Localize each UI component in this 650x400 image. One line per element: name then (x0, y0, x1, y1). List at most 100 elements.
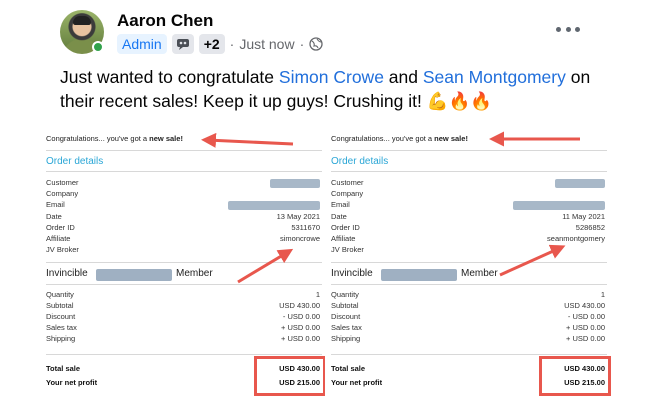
line-item-row: Quantity 1 (331, 290, 605, 301)
order-field-row: Date 11 May 2021 (331, 212, 605, 223)
line-item-row: Discount - USD 0.00 (331, 312, 605, 323)
line-item-value: - USD 0.00 (282, 312, 320, 321)
line-item-row: Subtotal USD 430.00 (331, 301, 605, 312)
more-dot (575, 26, 580, 32)
product-suffix: Member (461, 268, 498, 279)
product-prefix: Invincible (46, 268, 88, 279)
order-details-heading: Order details (331, 156, 389, 167)
order-field-row: Affiliate seanmontgomery (331, 234, 605, 245)
receipt-headline-text: Congratulations... you've got a (46, 134, 150, 143)
post-meta: Admin +2 · Just now · (117, 33, 323, 55)
line-item-value: - USD 0.00 (567, 312, 605, 321)
line-item-row: Sales tax + USD 0.00 (46, 323, 320, 334)
order-field-label: Company (331, 189, 364, 198)
order-field-row: Company (331, 189, 605, 200)
line-item-row: Discount - USD 0.00 (46, 312, 320, 323)
post-time[interactable]: Just now (239, 36, 294, 52)
totals-highlight-box (539, 356, 611, 396)
order-field-label: Order ID (46, 223, 75, 232)
line-item-value: + USD 0.00 (281, 323, 320, 332)
line-item-row: Quantity 1 (46, 290, 320, 301)
redacted-value (228, 201, 320, 210)
order-field-row: Customer (331, 178, 605, 189)
post-text-before: Just wanted to congratulate (60, 67, 279, 87)
order-field-value: seanmontgomery (547, 234, 605, 243)
redacted-product (96, 269, 172, 281)
redacted-value (555, 179, 605, 188)
order-field-value: 13 May 2021 (276, 212, 320, 221)
order-field-value: 5311670 (291, 223, 320, 232)
community-badge-icon[interactable] (171, 34, 194, 54)
mention-sean-montgomery[interactable]: Sean Montgomery (423, 67, 566, 87)
divider (46, 262, 322, 263)
divider (331, 354, 607, 355)
product-suffix: Member (176, 268, 213, 279)
order-field-label: Affiliate (331, 234, 356, 243)
divider (331, 150, 607, 151)
receipt-headline-text: Congratulations... you've got a (331, 134, 435, 143)
avatar-hair (73, 16, 91, 25)
mention-simon-crowe[interactable]: Simon Crowe (279, 67, 384, 87)
post-author[interactable]: Aaron Chen (117, 11, 213, 31)
order-field-row: Order ID 5311670 (46, 223, 320, 234)
more-options-icon[interactable] (556, 20, 580, 38)
receipt-headline: Congratulations... you've got a new sale… (331, 134, 468, 143)
total-label: Total sale (46, 364, 81, 373)
receipt-image-right[interactable]: Congratulations... you've got a new sale… (325, 122, 611, 398)
order-details-heading: Order details (46, 156, 104, 167)
totals-highlight-box (254, 356, 326, 396)
order-field-row: Email (331, 200, 605, 211)
admin-badge[interactable]: Admin (117, 34, 167, 54)
line-item-label: Quantity (46, 290, 74, 299)
order-field-label: Email (46, 200, 65, 209)
order-field-label: JV Broker (331, 245, 364, 254)
order-field-label: Customer (46, 178, 79, 187)
divider (331, 284, 607, 285)
order-field-row: Customer (46, 178, 320, 189)
order-field-value: simoncrowe (279, 234, 320, 243)
order-field-row: JV Broker (331, 245, 605, 256)
order-field-label: Customer (331, 178, 364, 187)
post-text-between: and (383, 67, 423, 87)
line-item-row: Shipping + USD 0.00 (331, 334, 605, 345)
order-field-row: JV Broker (46, 245, 320, 256)
line-item-label: Shipping (46, 334, 76, 343)
meta-separator-2: · (299, 36, 305, 52)
divider (46, 150, 322, 151)
total-label: Total sale (331, 364, 366, 373)
order-field-label: Order ID (331, 223, 360, 232)
line-item-row: Subtotal USD 430.00 (46, 301, 320, 312)
line-item-value: 1 (600, 290, 605, 299)
order-field-label: Affiliate (46, 234, 71, 243)
more-dot (556, 26, 561, 32)
order-field-row: Affiliate simoncrowe (46, 234, 320, 245)
total-label: Your net profit (331, 378, 383, 387)
line-item-value: + USD 0.00 (566, 323, 605, 332)
line-item-label: Subtotal (46, 301, 74, 310)
more-dot (565, 26, 571, 32)
order-field-row: Date 13 May 2021 (46, 212, 320, 223)
more-badges-button[interactable]: +2 (198, 34, 225, 54)
line-item-label: Shipping (331, 334, 361, 343)
redacted-value (513, 201, 605, 210)
line-item-row: Sales tax + USD 0.00 (331, 323, 605, 334)
line-item-value: USD 430.00 (564, 301, 605, 310)
order-field-row: Order ID 5286852 (331, 223, 605, 234)
line-item-label: Discount (46, 312, 76, 321)
order-field-value: 5286852 (575, 223, 605, 232)
order-field-row: Email (46, 200, 320, 211)
order-field-label: JV Broker (46, 245, 79, 254)
order-field-label: Company (46, 189, 79, 198)
receipt-image-left[interactable]: Congratulations... you've got a new sale… (40, 122, 326, 398)
divider (331, 171, 607, 172)
meta-separator: · (229, 36, 235, 52)
line-item-label: Quantity (331, 290, 359, 299)
post-text: Just wanted to congratulate Simon Crowe … (60, 65, 620, 113)
divider (46, 354, 322, 355)
community-badge-svg (176, 39, 189, 50)
divider (331, 262, 607, 263)
redacted-product (381, 269, 457, 281)
line-item-row: Shipping + USD 0.00 (46, 334, 320, 345)
order-field-label: Email (331, 200, 350, 209)
line-item-value: USD 430.00 (279, 301, 320, 310)
